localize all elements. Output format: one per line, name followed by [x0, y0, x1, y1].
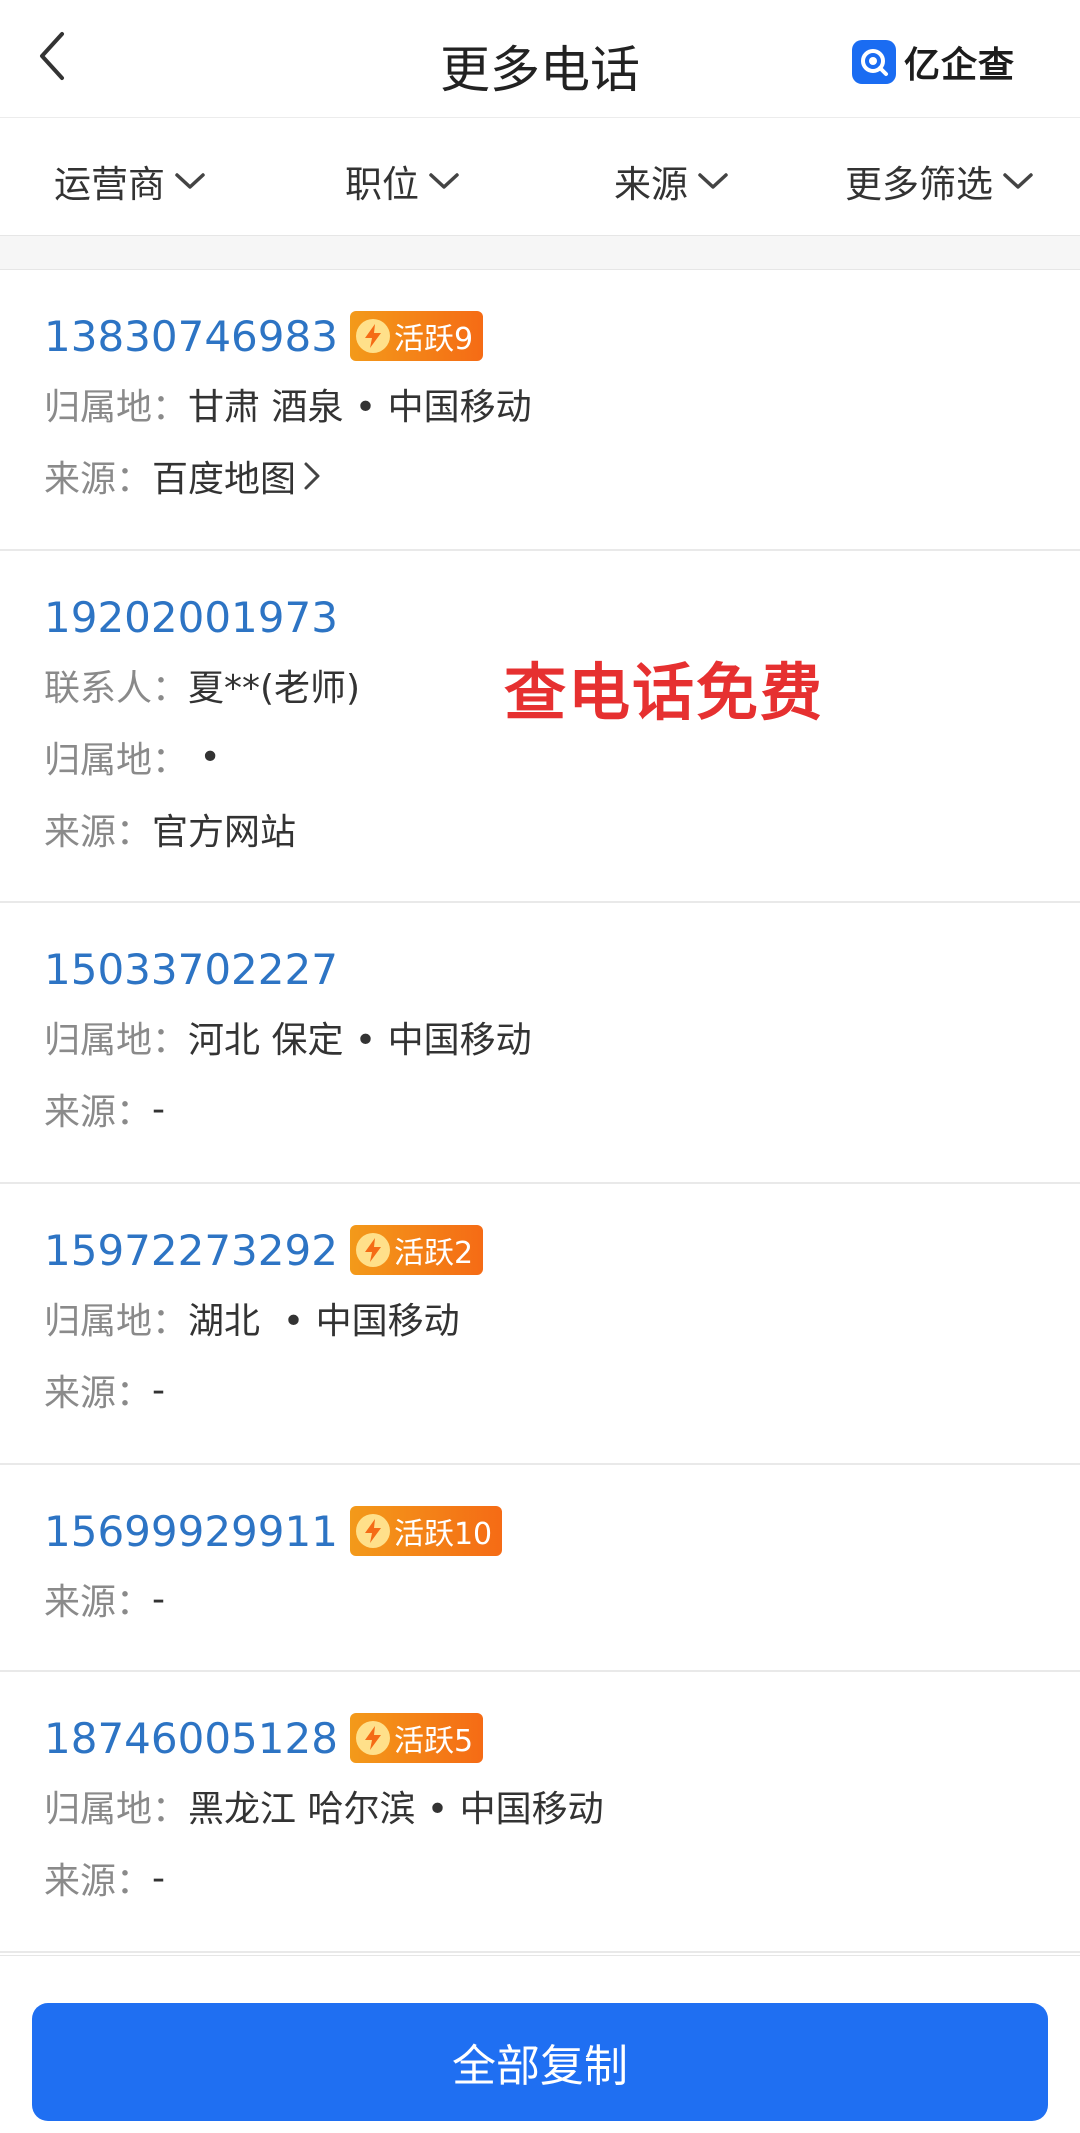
location-row: 归属地： 甘肃 酒泉 • 中国移动 — [44, 378, 1080, 430]
active-badge: 活跃5 — [349, 1713, 484, 1763]
list-item[interactable]: 18746005128 活跃5 归属地： 黑龙江 哈尔滨 • 中国移动 来源： … — [0, 1672, 1080, 1953]
location-value: 河北 保定 • 中国移动 — [188, 1020, 532, 1061]
active-badge-label: 活跃5 — [393, 1724, 474, 1759]
chevron-down-icon — [1003, 173, 1033, 189]
chevron-right-icon — [304, 462, 320, 490]
lightning-icon — [355, 1514, 390, 1548]
source-value: - — [152, 1578, 166, 1620]
contact-value: 夏**(老师) — [188, 668, 361, 709]
source-label: 来源： — [44, 1092, 153, 1133]
lightning-icon — [355, 319, 390, 353]
active-badge-label: 活跃10 — [393, 1517, 493, 1552]
phone-number[interactable]: 13830746983 — [44, 312, 338, 361]
promo-overlay-text: 查电话免费 — [504, 656, 825, 729]
location-value: • — [188, 736, 221, 778]
location-label: 归属地： — [44, 1789, 189, 1830]
source-label: 来源： — [44, 1373, 153, 1414]
list-item[interactable]: 15699929911 活跃10 来源： - — [0, 1465, 1080, 1672]
source-value: - — [152, 1369, 166, 1411]
filter-source[interactable]: 来源 — [614, 154, 730, 208]
chevron-down-icon — [698, 173, 728, 189]
source-value: - — [152, 1088, 166, 1130]
location-label: 归属地： — [44, 1301, 189, 1342]
chevron-down-icon — [429, 173, 459, 189]
filter-carrier-label: 运营商 — [54, 163, 165, 206]
bottom-bar: 全部复制 — [0, 1955, 1080, 2133]
source-row: 来源： - — [44, 1083, 1080, 1135]
phone-number[interactable]: 18746005128 — [44, 1714, 338, 1763]
phone-number[interactable]: 19202001973 — [44, 593, 338, 642]
source-row: 来源： - — [44, 1573, 1080, 1625]
active-badge: 活跃2 — [349, 1225, 484, 1275]
source-value: - — [152, 1857, 166, 1899]
location-row: 归属地： 黑龙江 哈尔滨 • 中国移动 — [44, 1780, 1080, 1832]
location-label: 归属地： — [44, 1020, 189, 1061]
location-row: 归属地： 河北 保定 • 中国移动 — [44, 1011, 1080, 1063]
chevron-down-icon — [175, 173, 205, 189]
list-item[interactable]: 13830746983 活跃9 归属地： 甘肃 酒泉 • 中国移动 来源： 百度… — [0, 270, 1080, 551]
phone-number[interactable]: 15972273292 — [44, 1226, 338, 1275]
active-badge-label: 活跃9 — [393, 322, 474, 357]
source-label: 来源： — [44, 812, 153, 853]
top-bar: 更多电话 亿企查 — [0, 0, 1080, 118]
source-row: 来源： - — [44, 1852, 1080, 1904]
copy-all-button[interactable]: 全部复制 — [32, 2003, 1048, 2121]
source-row: 来源： 官方网站 — [44, 803, 1080, 855]
logo-search-icon — [852, 40, 896, 84]
location-value: 湖北 • 中国移动 — [188, 1301, 460, 1342]
location-value: 甘肃 酒泉 • 中国移动 — [188, 387, 532, 428]
logo-text: 亿企查 — [904, 45, 1016, 86]
lightning-icon — [355, 1721, 390, 1755]
lightning-icon — [355, 1233, 390, 1267]
location-label: 归属地： — [44, 387, 189, 428]
source-value: 官方网站 — [152, 812, 297, 853]
filter-more-label: 更多筛选 — [845, 163, 993, 206]
filter-position-label: 职位 — [345, 163, 419, 206]
location-row: 归属地： 湖北 • 中国移动 — [44, 1292, 1080, 1344]
active-badge: 活跃9 — [349, 311, 484, 361]
source-row[interactable]: 来源： 百度地图 — [44, 450, 1080, 502]
location-value: 黑龙江 哈尔滨 • 中国移动 — [188, 1789, 604, 1830]
filter-bar: 运营商 职位 来源 更多筛选 — [0, 118, 1080, 236]
filter-carrier[interactable]: 运营商 — [54, 154, 207, 208]
source-label: 来源： — [44, 459, 153, 500]
phone-list: 13830746983 活跃9 归属地： 甘肃 酒泉 • 中国移动 来源： 百度… — [0, 270, 1080, 1953]
source-label: 来源： — [44, 1861, 153, 1902]
location-label: 归属地： — [44, 740, 189, 781]
list-item[interactable]: 15033702227 归属地： 河北 保定 • 中国移动 来源： - — [0, 903, 1080, 1184]
filter-more[interactable]: 更多筛选 — [845, 154, 1035, 208]
source-row: 来源： - — [44, 1364, 1080, 1416]
active-badge: 活跃10 — [349, 1506, 503, 1556]
list-top-gap — [0, 236, 1080, 270]
source-value[interactable]: 百度地图 — [152, 450, 296, 502]
app-logo: 亿企查 — [852, 38, 1015, 86]
phone-number[interactable]: 15033702227 — [44, 945, 338, 994]
location-row: 归属地： • — [44, 731, 1080, 783]
active-badge-label: 活跃2 — [393, 1236, 474, 1271]
contact-label: 联系人： — [44, 668, 189, 709]
filter-position[interactable]: 职位 — [345, 154, 461, 208]
filter-source-label: 来源 — [614, 163, 688, 206]
source-label: 来源： — [44, 1582, 153, 1623]
list-item[interactable]: 15972273292 活跃2 归属地： 湖北 • 中国移动 来源： - — [0, 1184, 1080, 1465]
phone-number[interactable]: 15699929911 — [44, 1507, 338, 1556]
